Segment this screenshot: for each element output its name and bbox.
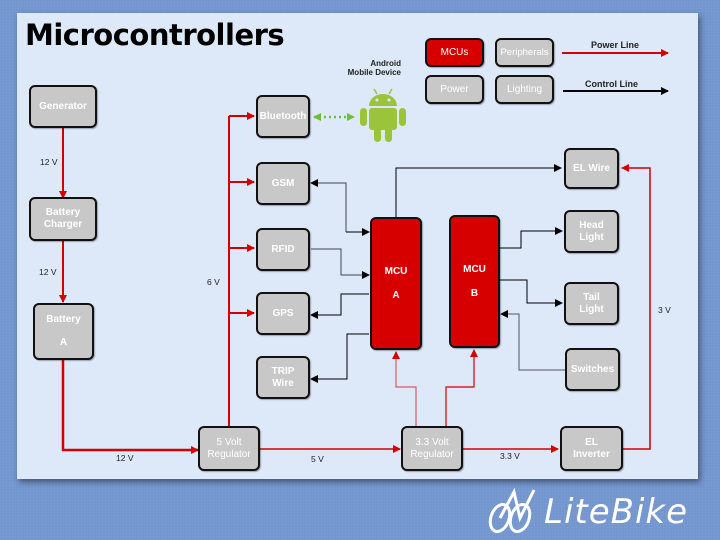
power-3v3-to-mcu-b <box>445 349 478 426</box>
node-el-inverter-label-2: Inverter <box>573 448 610 460</box>
node-rfid[interactable]: RFID <box>256 228 310 271</box>
legend-peripherals: Peripherals <box>495 38 554 67</box>
control-mcu-a-gps <box>310 293 369 319</box>
node-trip-wire-label-1: TRIP <box>271 365 295 377</box>
power-inverter-to-elwire <box>621 164 651 450</box>
node-5v-regulator-label-1: 5 Volt <box>216 436 242 448</box>
node-head-light-label-1: Head <box>579 219 604 231</box>
node-generator[interactable]: Generator <box>29 85 97 128</box>
node-tail-light[interactable]: Tail Light <box>564 282 619 325</box>
node-bluetooth[interactable]: Bluetooth <box>256 95 310 138</box>
node-trip-wire-label-2: Wire <box>272 377 294 389</box>
voltage-label-3v3: 3.3 V <box>500 451 520 461</box>
node-el-wire[interactable]: EL Wire <box>564 148 619 189</box>
node-mcu-a-label-1: MCU <box>384 265 408 277</box>
node-battery-label-2: A <box>59 337 68 348</box>
node-3v3-regulator-label-1: 3.3 Volt <box>415 436 449 448</box>
control-mcu-b-headlight <box>499 227 563 249</box>
legend-power-label: Power <box>440 83 469 95</box>
power-battery-to-5v-reg <box>61 360 199 454</box>
node-mcu-b[interactable]: MCU B <box>449 215 500 348</box>
legend-power-line-label: Power Line <box>591 40 640 50</box>
power-3v3-to-mcu-a <box>392 351 417 426</box>
legend-control-line-label: Control Line <box>585 79 638 89</box>
voltage-label-gen-charger: 12 V <box>40 157 58 167</box>
node-5v-regulator-label-2: Regulator <box>207 448 251 460</box>
node-tail-light-label-1: Tail <box>583 291 600 303</box>
node-3v3-regulator-label-2: Regulator <box>410 448 454 460</box>
node-5v-regulator[interactable]: 5 Volt Regulator <box>198 426 260 471</box>
legend-peripherals-label: Peripherals <box>500 46 549 58</box>
android-robot-icon <box>360 88 406 142</box>
node-battery-label-1: Battery <box>46 314 81 325</box>
control-switches-mcu-b <box>500 310 565 371</box>
node-el-wire-label: EL Wire <box>573 162 610 174</box>
node-generator-label: Generator <box>39 100 87 112</box>
node-3v3-regulator[interactable]: 3.3 Volt Regulator <box>401 426 463 471</box>
node-gsm[interactable]: GSM <box>256 162 310 205</box>
control-mcu-a-elwire <box>395 164 562 218</box>
node-head-light[interactable]: Head Light <box>564 210 619 253</box>
android-label-line2: Mobile Device <box>347 68 401 77</box>
node-trip-wire[interactable]: TRIP Wire <box>256 356 310 399</box>
legend-mcus-label: MCUs <box>440 46 469 58</box>
node-el-inverter[interactable]: EL Inverter <box>560 426 623 471</box>
node-battery-charger-label-1: Battery <box>45 207 81 218</box>
node-rfid-label: RFID <box>271 243 295 255</box>
litebike-logo-text: LiteBike <box>544 492 689 532</box>
voltage-label-battery-reg: 12 V <box>116 453 134 463</box>
node-el-inverter-label-1: EL <box>585 436 598 448</box>
node-gps[interactable]: GPS <box>256 292 310 335</box>
legend-mcus: MCUs <box>425 38 484 67</box>
node-tail-light-label-2: Light <box>579 303 604 315</box>
voltage-label-5v: 5 V <box>311 454 324 464</box>
node-battery-charger[interactable]: Battery Charger <box>29 197 97 241</box>
node-gps-label: GPS <box>272 307 294 319</box>
node-battery-charger-label-2: Charger <box>43 219 83 230</box>
node-mcu-a[interactable]: MCU A <box>370 217 422 350</box>
control-mcu-a-trip <box>310 333 369 383</box>
android-label: Android Mobile Device <box>340 59 401 77</box>
node-head-light-label-2: Light <box>579 231 604 243</box>
voltage-label-charger-battery: 12 V <box>39 267 57 277</box>
control-mcu-b-taillight <box>499 279 563 307</box>
node-battery-a[interactable]: Battery A <box>33 303 94 360</box>
legend-lighting: Lighting <box>495 75 554 104</box>
node-mcu-b-label-1: MCU <box>463 264 486 275</box>
node-mcu-a-label-2: A <box>392 289 400 301</box>
node-switches-label: Switches <box>570 363 615 375</box>
node-gsm-label: GSM <box>271 177 295 189</box>
legend-power: Power <box>425 75 484 104</box>
node-switches[interactable]: Switches <box>565 348 620 391</box>
bike-wheels-icon <box>488 487 536 534</box>
node-mcu-b-label-2: B <box>470 288 479 299</box>
control-rfid-mcu-a <box>311 248 370 279</box>
android-label-line1: Android <box>370 59 401 68</box>
voltage-label-6v-bus: 6 V <box>207 277 220 287</box>
voltage-label-3v: 3 V <box>658 305 671 315</box>
control-mcu-a-gsm <box>310 179 347 232</box>
legend-lighting-label: Lighting <box>506 83 543 95</box>
litebike-logo: LiteBike <box>484 486 710 536</box>
node-bluetooth-label: Bluetooth <box>259 110 307 122</box>
